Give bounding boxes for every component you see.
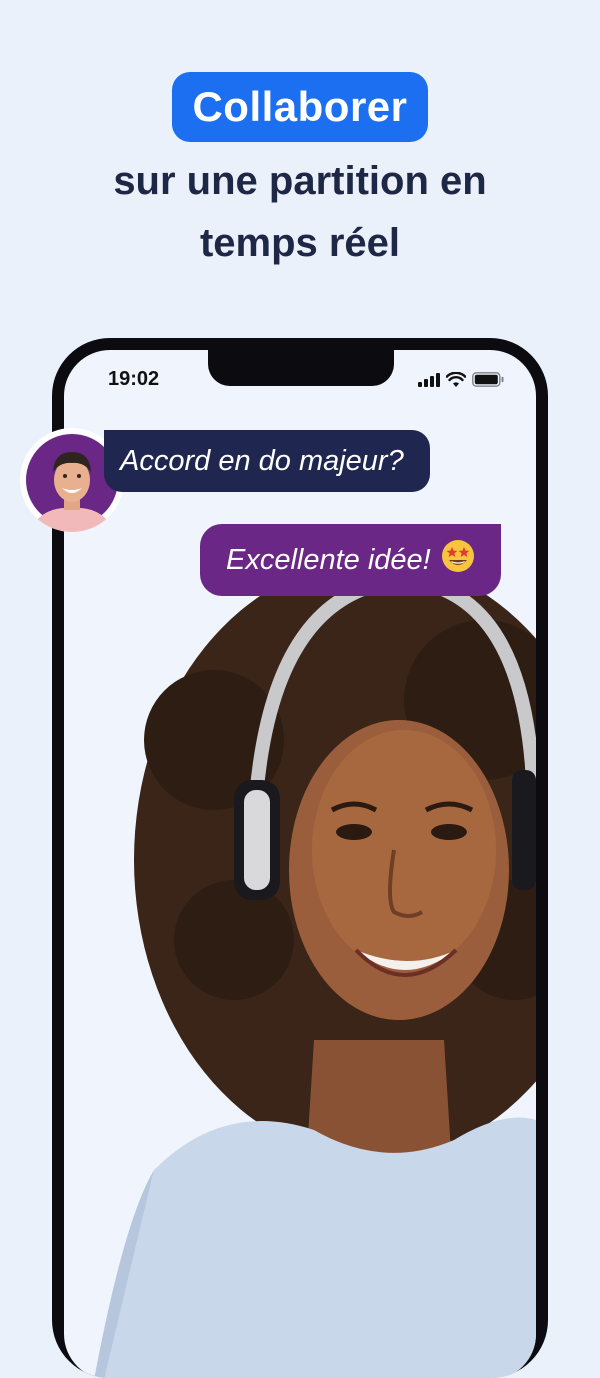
- phone-frame: 19:02: [52, 338, 548, 1378]
- battery-icon: [472, 372, 504, 387]
- headline-line-1: sur une partition en: [113, 159, 487, 203]
- wifi-icon: [446, 372, 466, 387]
- chat-bubble-incoming: Accord en do majeur?: [104, 430, 430, 492]
- phone-notch: [208, 350, 394, 386]
- chat-bubble-outgoing: Excellente idée!: [200, 524, 501, 596]
- phone-screen: 19:02: [64, 350, 536, 1378]
- headline: Collaborer sur une partition en temps ré…: [0, 72, 600, 274]
- star-struck-emoji-icon: [441, 539, 475, 581]
- status-time: 19:02: [108, 368, 160, 390]
- chat-message-2: Excellente idée!: [226, 543, 431, 576]
- status-icons: [418, 372, 504, 387]
- headline-highlight: Collaborer: [172, 72, 428, 142]
- signal-icon: [418, 373, 440, 387]
- chat-message-1: Accord en do majeur?: [120, 444, 404, 477]
- headline-line-2: temps réel: [199, 221, 401, 265]
- woman-with-headphones-photo: [94, 560, 536, 1378]
